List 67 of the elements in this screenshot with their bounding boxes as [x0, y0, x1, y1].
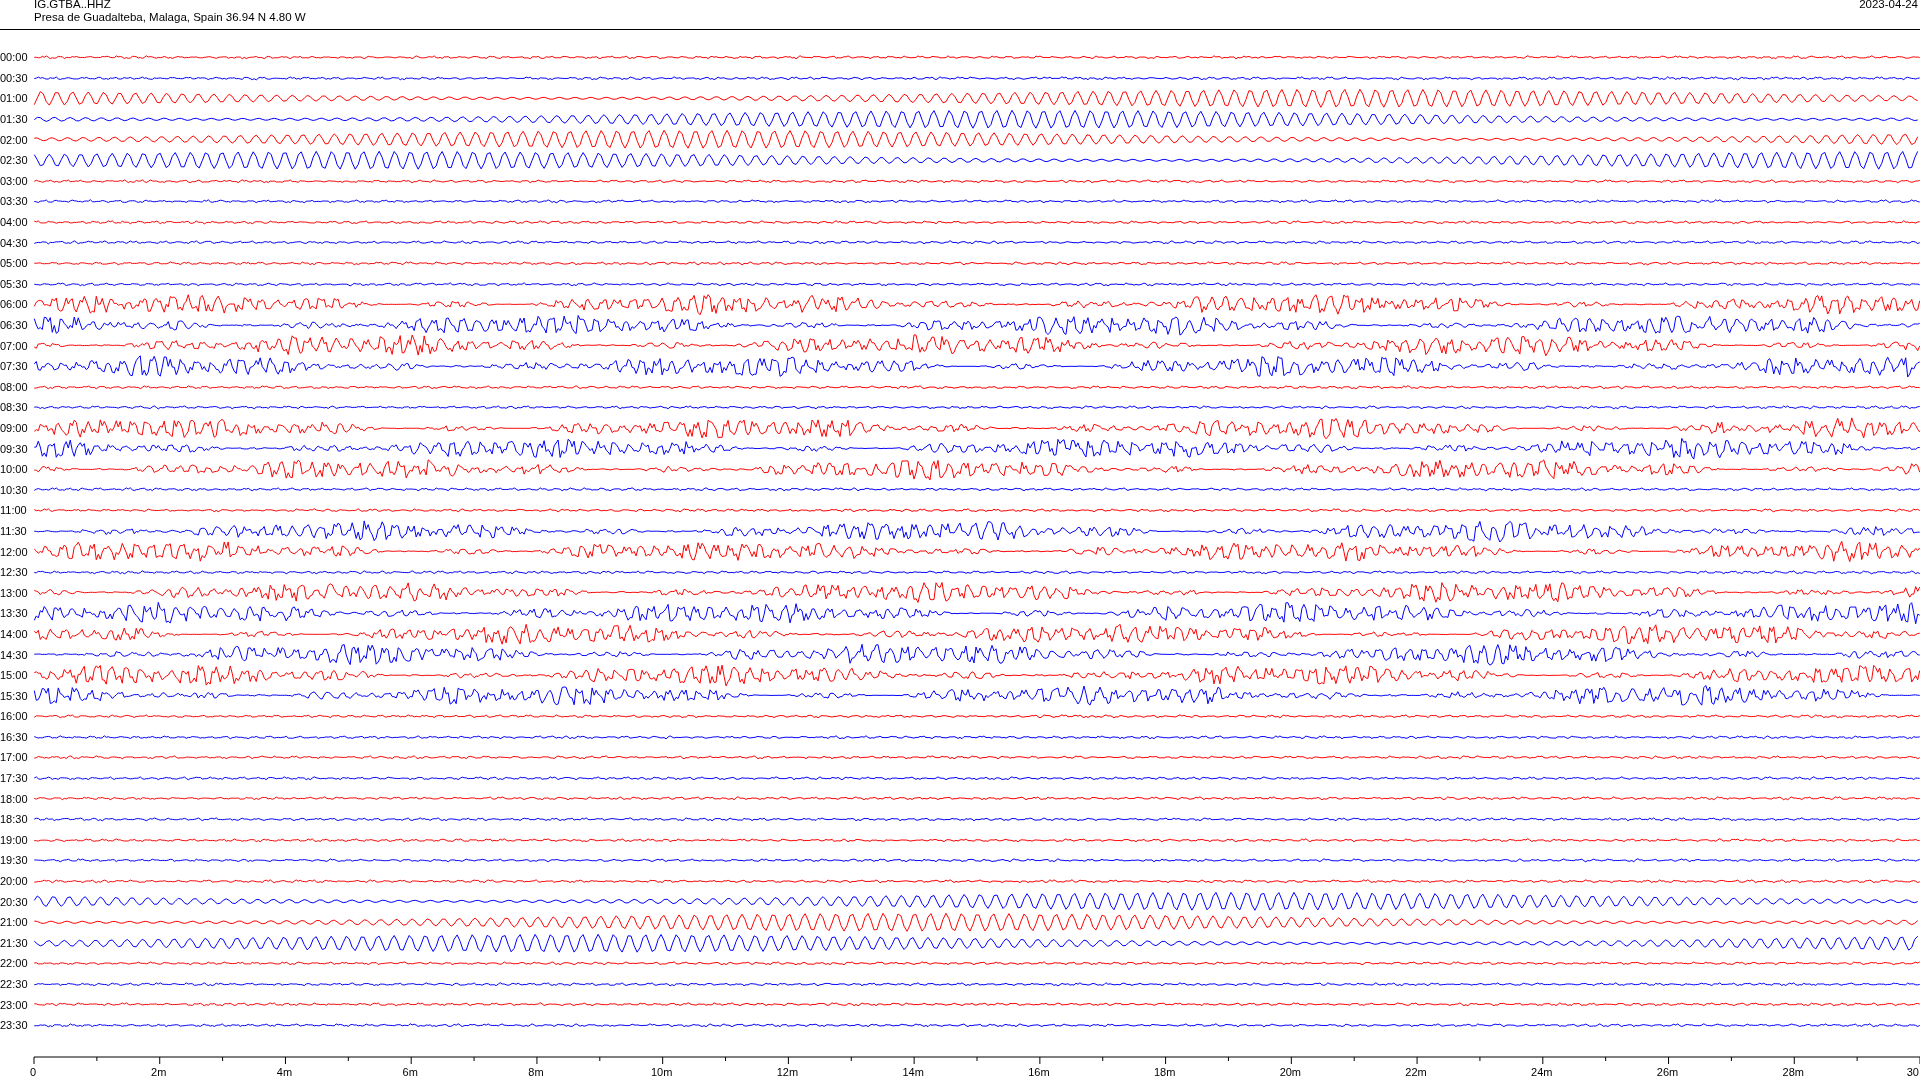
- time-label: 09:00: [0, 422, 29, 434]
- time-label: 04:00: [0, 216, 29, 229]
- time-label: 02:30: [0, 154, 29, 167]
- time-label: 21:30: [0, 936, 29, 949]
- time-label: 20:30: [0, 895, 29, 908]
- time-label: 05:00: [0, 257, 29, 270]
- time-label: 13:00: [0, 586, 29, 599]
- time-label: 01:00: [0, 92, 29, 105]
- axis-tick-label: 26m: [1656, 1065, 1679, 1078]
- time-label: 22:00: [0, 957, 29, 970]
- time-label: 23:30: [0, 1019, 29, 1032]
- axis-tick-label: 16m: [1028, 1065, 1050, 1078]
- axis-tick-label: 4m: [276, 1065, 293, 1078]
- time-label: 04:30: [0, 236, 29, 249]
- axis-tick-label: 14m: [902, 1065, 924, 1078]
- time-label: 07:30: [0, 360, 29, 373]
- time-label: 06:30: [0, 319, 29, 331]
- time-label: 07:00: [0, 339, 29, 352]
- time-label: 11:00: [0, 504, 28, 517]
- time-label: 16:30: [0, 730, 29, 743]
- time-label: 12:00: [0, 545, 29, 558]
- axis-tick-label: 18m: [1153, 1065, 1176, 1078]
- axis-tick-label: 30: [1906, 1065, 1919, 1078]
- time-label: 22:30: [0, 978, 29, 990]
- time-label: 15:30: [0, 689, 29, 702]
- time-label: 08:00: [0, 380, 29, 393]
- time-label: 23:00: [0, 998, 29, 1011]
- time-label: 09:30: [0, 442, 29, 455]
- time-label: 11:30: [0, 524, 28, 537]
- time-label: 00:00: [0, 51, 29, 64]
- time-label: 00:30: [0, 71, 29, 84]
- axis-tick-label: 2m: [151, 1065, 167, 1078]
- time-label: 17:00: [0, 751, 29, 764]
- time-label: 08:30: [0, 401, 29, 414]
- time-label: 14:30: [0, 648, 29, 661]
- time-label: 05:30: [0, 277, 29, 290]
- time-label: 10:30: [0, 483, 29, 496]
- axis-tick-label: 8m: [528, 1065, 544, 1078]
- axis-tick-label: 20m: [1279, 1065, 1302, 1078]
- time-label: 03:00: [0, 174, 29, 187]
- time-label: 18:00: [0, 792, 29, 805]
- time-label: 12:30: [0, 566, 29, 579]
- time-label: 17:30: [0, 772, 29, 785]
- time-label: 10:00: [0, 463, 29, 476]
- axis-tick-label: 12m: [776, 1065, 799, 1078]
- time-label: 19:30: [0, 854, 29, 867]
- time-label: 20:00: [0, 875, 29, 888]
- axis-tick-label: 28m: [1782, 1065, 1804, 1078]
- time-label: 16:00: [0, 710, 29, 723]
- time-label: 02:00: [0, 133, 29, 146]
- time-label: 21:00: [0, 916, 29, 929]
- time-label: 06:00: [0, 298, 29, 311]
- axis-tick-label: 0: [29, 1065, 37, 1078]
- time-label: 03:30: [0, 195, 29, 208]
- axis-tick-label: 24m: [1531, 1065, 1553, 1078]
- station-location: Presa de Guadalteba, Malaga, Spain 36.94 N 4.80 W: [34, 11, 306, 24]
- time-label: 14:00: [0, 627, 29, 640]
- time-label: 13:30: [0, 607, 29, 620]
- time-label: 01:30: [0, 113, 29, 126]
- axis-tick-label: 22m: [1405, 1065, 1427, 1078]
- axis-tick-label: 10m: [650, 1065, 673, 1078]
- date-label: 2023-04-24: [1859, 0, 1918, 12]
- station-code: IG.GTBA..HHZ: [34, 0, 112, 11]
- time-label: 18:30: [0, 813, 29, 826]
- time-label: 19:00: [0, 833, 29, 846]
- axis-tick-label: 6m: [402, 1065, 418, 1078]
- time-label: 15:00: [0, 669, 29, 682]
